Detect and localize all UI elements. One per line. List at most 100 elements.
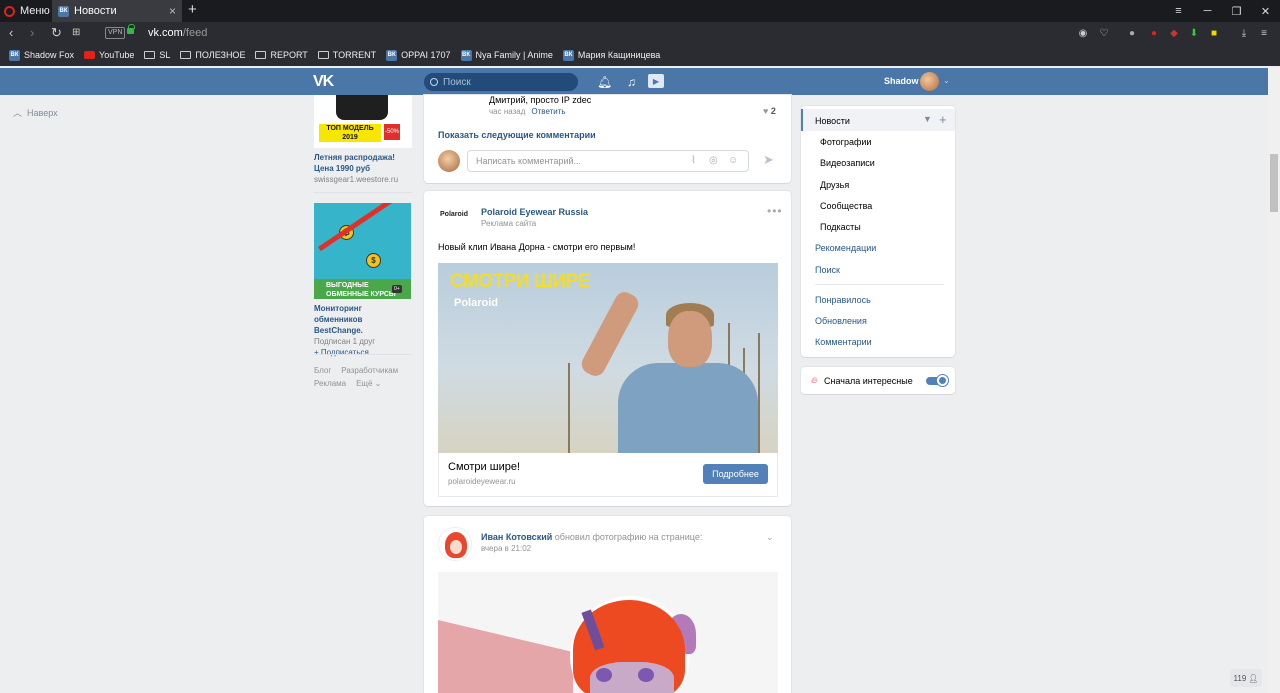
ad-image-backpack[interactable]: ТОП МОДЕЛЬ 2019 -50% — [314, 95, 412, 148]
heart-icon[interactable]: ♡ — [1097, 26, 1111, 40]
filter-icon[interactable]: ▼ — [923, 114, 932, 124]
camera-icon[interactable]: ◉ — [1076, 26, 1090, 40]
bookmark-item[interactable]: ВК Мария Кащиницева — [562, 49, 660, 61]
avatar[interactable] — [438, 527, 472, 561]
video-play-icon[interactable]: ▶ — [648, 74, 664, 88]
lock-icon[interactable] — [127, 24, 135, 34]
ad-domain: swissgear1.weestore.ru — [314, 175, 399, 184]
extension-globe-icon[interactable]: ● — [1125, 26, 1139, 40]
page-scrollbar[interactable] — [1268, 68, 1280, 693]
chevron-down-icon[interactable]: ⌄ — [766, 532, 774, 543]
footer-ads-link[interactable]: Реклама — [314, 379, 346, 388]
scrollbar-thumb[interactable] — [1270, 154, 1278, 212]
bookmark-item[interactable]: REPORT — [255, 50, 308, 60]
downloads-icon[interactable]: ⤓ — [1237, 26, 1251, 40]
forward-icon[interactable]: › — [30, 25, 34, 41]
subscribe-link[interactable]: + Подписаться — [314, 347, 412, 358]
tab-close-icon[interactable]: × — [169, 4, 176, 18]
bookmark-item[interactable]: ВК Shadow Fox — [9, 49, 74, 61]
bookmark-item[interactable]: YouTube — [84, 50, 134, 60]
url-host: vk.com — [148, 27, 183, 39]
back-to-top-link[interactable]: ︿ Наверх — [13, 106, 58, 119]
menu-item-news[interactable]: Новости — [815, 116, 850, 126]
menu-item-videos[interactable]: Видеозаписи — [820, 158, 875, 168]
close-window-icon[interactable]: ✕ — [1251, 0, 1280, 22]
maximize-icon[interactable]: ❐ — [1222, 0, 1251, 22]
speed-dial-icon[interactable]: ⊞ — [72, 25, 80, 41]
search-input[interactable]: Поиск — [424, 73, 578, 91]
avatar[interactable] — [438, 150, 460, 172]
footer-developers-link[interactable]: Разработчикам — [341, 366, 398, 375]
emoji-icon[interactable]: ☺ — [728, 155, 738, 166]
avatar[interactable] — [920, 72, 939, 91]
reed-shape — [758, 333, 760, 453]
comment-like-button[interactable]: ♥ 2 — [763, 106, 776, 116]
menu-item-liked[interactable]: Понравилось — [815, 295, 871, 305]
ad-banner-text: ТОП МОДЕЛЬ 2019 — [319, 124, 381, 142]
tab-menu-icon[interactable]: ≡ — [1164, 0, 1193, 22]
browser-menu-icon[interactable]: ≡ — [1257, 26, 1271, 40]
opera-menu-button[interactable]: Меню — [4, 3, 50, 19]
more-details-button[interactable]: Подробнее — [703, 464, 768, 484]
reply-link[interactable]: Ответить — [531, 107, 565, 116]
user-name[interactable]: Shadow — [884, 76, 919, 86]
comment-input[interactable]: Написать комментарий... — [467, 150, 749, 172]
music-icon[interactable]: ♫ — [627, 75, 636, 89]
link-title[interactable]: Смотри шире! — [448, 461, 520, 473]
post-time[interactable]: вчера в 21:02 — [481, 544, 531, 553]
bookmark-item[interactable]: ВК Nya Family | Anime — [460, 49, 553, 61]
vk-icon: ВК — [460, 49, 472, 61]
ad-image-exchange[interactable]: ₿ $ ВЫГОДНЫЕ ОБМЕННЫЕ КУРСЫ 0+ — [314, 203, 411, 299]
post-author[interactable]: Иван Котовский — [481, 532, 552, 542]
post-author[interactable]: Polaroid Eyewear Russia — [481, 207, 588, 217]
menu-item-recommendations[interactable]: Рекомендации — [815, 243, 876, 253]
back-icon[interactable]: ‹ — [9, 25, 13, 41]
browser-tab[interactable]: ВК Новости × — [52, 0, 182, 22]
more-options-icon[interactable]: ••• — [767, 204, 783, 218]
extension-shield-icon[interactable]: ◆ — [1167, 26, 1181, 40]
download-extension-icon[interactable]: ⬇ — [1187, 26, 1201, 40]
minimize-icon[interactable]: ─ — [1193, 0, 1222, 22]
notifications-bell-icon[interactable]: 🔔︎ — [597, 75, 612, 89]
menu-item-communities[interactable]: Сообщества — [820, 201, 872, 211]
bookmark-item[interactable]: ВК OPPAI 1707 — [386, 49, 451, 61]
attach-icon[interactable]: ⌇ — [691, 155, 696, 166]
bookmark-label: YouTube — [99, 50, 135, 60]
bookmark-item[interactable]: TORRENT — [317, 50, 376, 60]
chevron-down-icon[interactable]: ⌄ — [943, 76, 950, 85]
send-icon[interactable]: ➤ — [763, 152, 774, 168]
vpn-badge[interactable]: VPN — [105, 27, 126, 39]
extension-opera-icon[interactable]: ● — [1147, 26, 1161, 40]
show-more-comments-link[interactable]: Показать следующие комментарии — [438, 130, 596, 140]
eye-shape — [596, 668, 612, 682]
ad-2-text: Мониторинг обменников BestChange. Подпис… — [314, 303, 412, 358]
toggle-knob[interactable] — [937, 375, 948, 386]
url-field[interactable]: vk.com/feed — [148, 27, 207, 39]
polaroid-logo[interactable]: Polaroid — [440, 211, 468, 218]
menu-item-podcasts[interactable]: Подкасты — [820, 222, 861, 232]
new-tab-button[interactable]: + — [188, 1, 197, 18]
footer-more-link[interactable]: Ещё ⌄ — [356, 379, 381, 388]
extension-yellow-icon[interactable]: ■ — [1207, 26, 1221, 40]
bookmark-item[interactable]: ПОЛЕЗНОЕ — [180, 50, 245, 60]
ad-title[interactable]: Летняя распродажа! Цена 1990 руб — [314, 152, 412, 174]
menu-item-search[interactable]: Поиск — [815, 265, 840, 275]
ad-title[interactable]: Мониторинг обменников BestChange. — [314, 303, 412, 336]
vk-header: VK Поиск 🔔︎ ♫ ▶ Shadow ⌄ — [0, 68, 1268, 95]
menu-item-updates[interactable]: Обновления — [815, 316, 867, 326]
camera-icon[interactable]: ◎ — [709, 155, 718, 166]
trend-arrow-shape — [318, 203, 396, 252]
reload-icon[interactable]: ↻ — [51, 25, 62, 41]
vk-logo-icon[interactable]: VK — [313, 73, 334, 91]
menu-item-comments[interactable]: Комментарии — [815, 337, 872, 347]
comment-time: час назад — [489, 107, 526, 116]
post-photo[interactable] — [438, 572, 778, 693]
online-counter[interactable]: 119 👤︎ — [1230, 669, 1262, 687]
footer-blog-link[interactable]: Блог — [314, 366, 331, 375]
menu-item-photos[interactable]: Фотографии — [820, 137, 871, 147]
menu-item-friends[interactable]: Друзья — [820, 180, 849, 190]
interesting-first-label: Сначала интересные — [824, 376, 913, 386]
add-icon[interactable]: + — [939, 112, 947, 127]
bookmark-item[interactable]: SL — [144, 50, 170, 60]
video-thumbnail[interactable]: СМОТРИ ШИРЕ Polaroid — [438, 263, 778, 453]
